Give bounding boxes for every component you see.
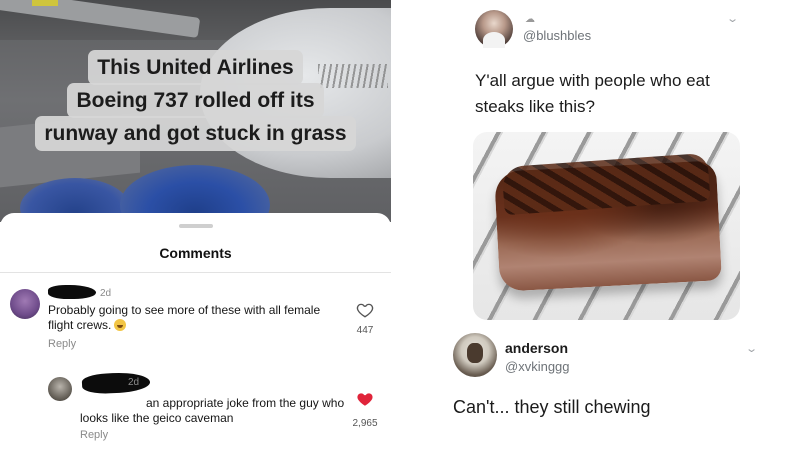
caption-line-1: This United Airlines [88, 50, 303, 85]
caption-line-3: runway and got stuck in grass [35, 116, 356, 151]
divider [0, 272, 391, 273]
reply-tweet-text: Can't... they still chewing [453, 397, 651, 417]
reply-author-name[interactable]: anderson [505, 340, 568, 356]
grinning-face-emoji-icon [114, 319, 127, 331]
comment-text: Probably going to see more of these with… [48, 303, 321, 332]
avatar[interactable] [10, 289, 40, 319]
like-count: 447 [356, 325, 374, 336]
comment-timestamp: 2d [128, 377, 140, 388]
redacted-username [48, 285, 96, 299]
post-caption: This United Airlines Boeing 737 rolled o… [0, 50, 391, 151]
reply-author-handle[interactable]: @xvkinggg [505, 359, 570, 374]
avatar[interactable] [475, 10, 513, 48]
tweet-handle[interactable]: @blushbles [523, 28, 591, 43]
avatar[interactable] [453, 333, 497, 377]
tweet-thread-panel: ☁ @blushbles ⌄ Y'all argue with people w… [391, 0, 800, 450]
comment-text: an appropriate joke from the guy who loo… [80, 396, 345, 425]
reply-button[interactable]: Reply [80, 429, 108, 441]
tweet-text: Y'all argue with people who eat steaks l… [475, 71, 710, 116]
comments-sheet: Comments 2d Probably going to see more o… [0, 213, 391, 450]
comments-title: Comments [159, 245, 232, 261]
avatar[interactable] [48, 377, 72, 401]
caption-line-2: Boeing 737 rolled off its [67, 83, 324, 118]
instagram-post-panel: This United Airlines Boeing 737 rolled o… [0, 0, 391, 450]
steak-photo[interactable] [473, 132, 740, 320]
chevron-down-icon[interactable]: ⌄ [745, 342, 758, 355]
like-count: 2,965 [352, 418, 378, 429]
redacted-username [81, 371, 151, 395]
comment-timestamp: 2d [100, 288, 112, 299]
heart-filled-icon[interactable] [356, 390, 374, 408]
sheet-drag-handle[interactable] [179, 224, 213, 228]
reply-button[interactable]: Reply [48, 338, 76, 350]
chevron-down-icon[interactable]: ⌄ [726, 12, 739, 25]
cloud-icon: ☁ [525, 14, 535, 25]
heart-icon[interactable] [356, 301, 374, 319]
